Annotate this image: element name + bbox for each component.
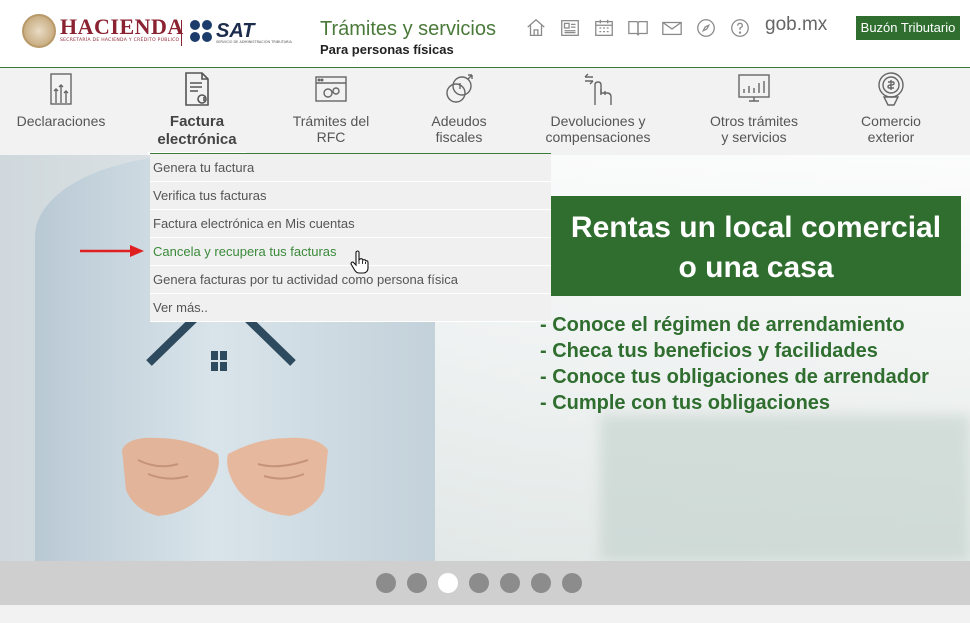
nav-item-factura-electronica[interactable]: Factura electrónica (148, 69, 246, 155)
adeudos-icon (442, 71, 476, 107)
comercio-icon (874, 71, 908, 107)
nav-item-otros-tramites[interactable]: Otros trámites y servicios (704, 69, 804, 155)
carousel-dot[interactable] (562, 573, 582, 593)
hacienda-seal-logo[interactable] (22, 14, 56, 48)
book-icon[interactable] (627, 17, 649, 39)
nav-item-declaraciones[interactable]: Declaraciones (12, 69, 110, 155)
site-subtitle: Para personas físicas (320, 42, 454, 57)
hacienda-logo-text[interactable]: HACIENDA (60, 14, 184, 40)
carousel-dot[interactable] (531, 573, 551, 593)
menu-item-ver-mas[interactable]: Ver más.. (150, 294, 551, 322)
gobmx-link[interactable]: gob.mx (765, 14, 827, 36)
carousel-dots (376, 573, 582, 593)
carousel-bar (0, 561, 970, 605)
promo-bullet: - Conoce el régimen de arrendamiento (540, 314, 905, 336)
hacienda-logo-subtext: SECRETARÍA DE HACIENDA Y CRÉDITO PÚBLICO (60, 38, 180, 43)
nav-label-line2: RFC (316, 129, 346, 145)
site-title[interactable]: Trámites y servicios (320, 18, 496, 41)
devoluciones-icon (581, 71, 615, 107)
promo-headline-line1: Rentas un local comercial (570, 211, 942, 244)
nav-label-line1: Comercio (861, 113, 921, 129)
carousel-dot[interactable] (500, 573, 520, 593)
promo-bullet: - Conoce tus obligaciones de arrendador (540, 366, 929, 388)
calendar-icon[interactable] (593, 17, 615, 39)
banner-background-plants (600, 415, 970, 561)
nav-label-line1: Adeudos (431, 113, 487, 129)
red-arrow-annotation-icon (80, 245, 144, 257)
site-header: HACIENDA SECRETARÍA DE HACIENDA Y CRÉDIT… (0, 0, 970, 68)
carousel-dot[interactable] (407, 573, 427, 593)
nav-item-devoluciones[interactable]: Devoluciones y compensaciones (540, 69, 656, 155)
promo-bullet: - Cumple con tus obligaciones (540, 392, 831, 414)
carousel-dot[interactable] (469, 573, 489, 593)
menu-item-verifica-facturas[interactable]: Verifica tus facturas (150, 182, 551, 210)
nav-item-adeudos-fiscales[interactable]: Adeudos fiscales (410, 69, 508, 155)
carousel-dot-active[interactable] (438, 573, 458, 593)
nav-label-line1: Trámites del (292, 113, 370, 129)
nav-label-line2: y servicios (721, 129, 787, 145)
declaraciones-icon (44, 71, 78, 107)
nav-label: Declaraciones (16, 113, 106, 129)
sat-logo-icon[interactable] (190, 20, 214, 44)
nav-label-line2: compensaciones (545, 129, 651, 145)
nav-label-line1: Otros trámites (710, 113, 798, 129)
main-nav: Declaraciones Factura electrónica Trámit… (0, 69, 970, 155)
nav-label-line1: Devoluciones y (550, 113, 646, 129)
top-icon-bar (525, 17, 751, 39)
promo-headline-line2: o una casa (678, 251, 834, 284)
rfc-icon (314, 71, 348, 107)
mail-icon[interactable] (661, 17, 683, 39)
home-icon[interactable] (525, 17, 547, 39)
nav-label-line2: electrónica (157, 131, 237, 148)
nav-item-tramites-rfc[interactable]: Trámites del RFC (282, 69, 380, 155)
buzon-tributario-button[interactable]: Buzón Tributario (856, 16, 960, 40)
carousel-dot[interactable] (376, 573, 396, 593)
logo-divider (181, 20, 182, 46)
menu-item-mis-cuentas[interactable]: Factura electrónica en Mis cuentas (150, 210, 551, 238)
hand-pointer-cursor-icon (350, 250, 369, 274)
footer-strip (0, 605, 970, 623)
sat-logo-subtext: SERVICIO DE ADMINISTRACIÓN TRIBUTARIA (216, 40, 292, 44)
promo-bullet-list: - Conoce el régimen de arrendamiento - C… (540, 312, 929, 416)
promo-headline-box[interactable]: Rentas un local comercial o una casa (551, 196, 961, 296)
help-icon[interactable] (729, 17, 751, 39)
compass-icon[interactable] (695, 17, 717, 39)
nav-item-comercio-exterior[interactable]: Comercio exterior (842, 69, 940, 155)
factura-dropdown-menu: Genera tu factura Verifica tus facturas … (150, 153, 551, 322)
nav-label-line2: fiscales (435, 129, 483, 145)
nav-label-line1: Factura (169, 113, 225, 130)
hands-graphic (122, 437, 328, 516)
factura-icon (180, 71, 214, 107)
promo-bullet: - Checa tus beneficios y facilidades (540, 340, 878, 362)
menu-item-genera-factura[interactable]: Genera tu factura (150, 154, 551, 182)
nav-label-line2: exterior (867, 129, 915, 145)
news-icon[interactable] (559, 17, 581, 39)
otros-icon (737, 71, 771, 107)
